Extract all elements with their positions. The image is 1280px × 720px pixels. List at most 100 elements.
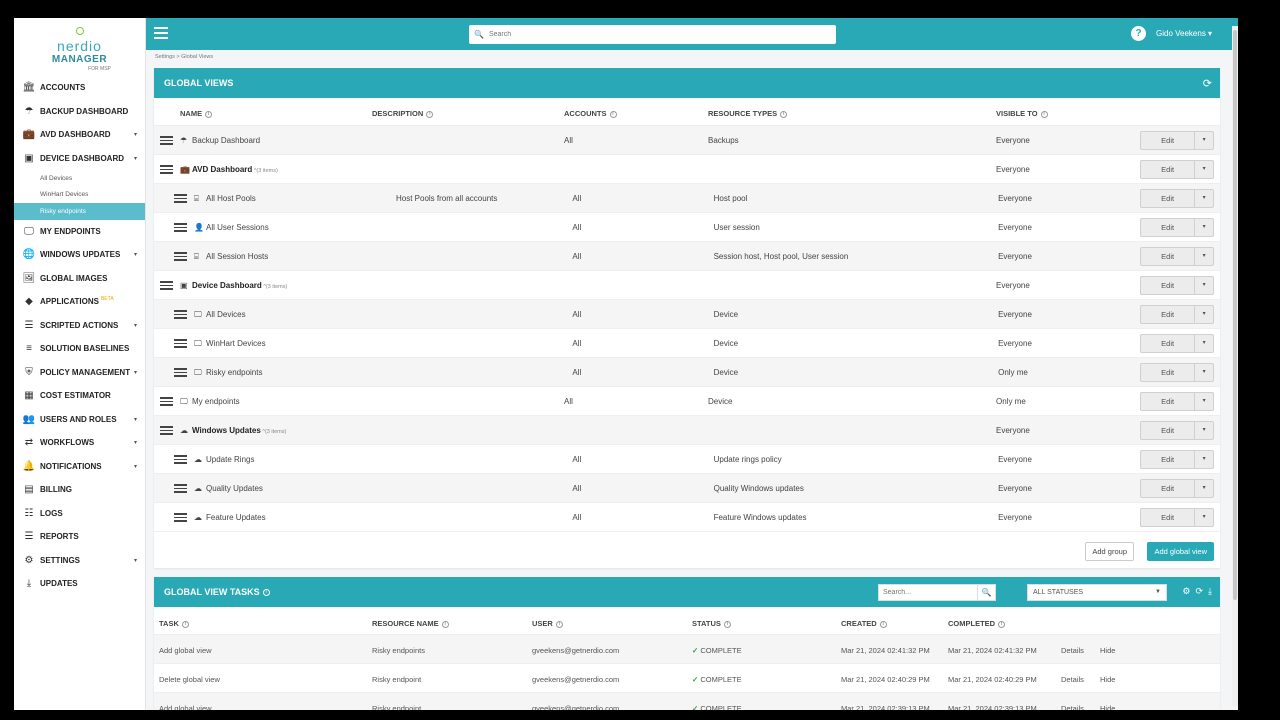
dropdown-caret-icon[interactable]: ▾ [1195,422,1213,439]
refresh-icon[interactable]: ⟳ [1195,586,1203,597]
view-name[interactable]: Feature Updates [206,513,266,522]
column-header-resource-types[interactable]: RESOURCE TYPES i [708,109,788,118]
edit-button[interactable]: Edit [1141,335,1196,352]
sidebar-subitem[interactable]: All Devices [14,170,145,187]
edit-button[interactable]: Edit [1141,219,1196,236]
view-name[interactable]: WinHart Devices [206,339,266,348]
status-filter-select[interactable]: ALL STATUSES ▼ [1027,584,1167,601]
edit-button[interactable]: Edit [1141,132,1196,149]
download-icon[interactable]: ⤓ [1208,586,1212,597]
edit-split-button[interactable]: Edit ▾ [1140,392,1214,411]
drag-handle-icon[interactable] [174,484,187,493]
edit-split-button[interactable]: Edit ▾ [1140,334,1214,353]
dropdown-caret-icon[interactable]: ▾ [1195,364,1213,381]
edit-button[interactable]: Edit [1141,306,1196,323]
edit-split-button[interactable]: Edit ▾ [1140,160,1214,179]
edit-button[interactable]: Edit [1141,480,1196,497]
column-header-description[interactable]: DESCRIPTION i [372,109,434,118]
drag-handle-icon[interactable] [174,513,187,522]
hide-link[interactable]: Hide [1100,704,1115,710]
edit-split-button[interactable]: Edit ▾ [1140,479,1214,498]
edit-split-button[interactable]: Edit ▾ [1140,131,1214,150]
scrollbar-thumb[interactable] [1233,30,1237,600]
drag-handle-icon[interactable] [174,339,187,348]
info-icon[interactable]: i [723,620,731,628]
drag-handle-icon[interactable] [160,426,173,435]
view-name[interactable]: Risky endpoints [206,368,262,377]
search-icon[interactable]: 🔍 [977,585,995,600]
edit-button[interactable]: Edit [1141,248,1196,265]
sidebar-item-users-and-roles[interactable]: 👥 USERS AND ROLES ▾ [14,408,145,432]
global-search-input[interactable] [488,31,829,38]
view-name[interactable]: Quality Updates [206,484,263,493]
info-icon[interactable]: i [1040,110,1048,118]
drag-handle-icon[interactable] [174,252,187,261]
drag-handle-icon[interactable] [174,223,187,232]
sidebar-item-notifications[interactable]: 🔔 NOTIFICATIONS ▾ [14,455,145,479]
edit-split-button[interactable]: Edit ▾ [1140,363,1214,382]
dropdown-caret-icon[interactable]: ▾ [1195,248,1213,265]
view-name[interactable]: My endpoints [192,397,240,406]
page-scrollbar[interactable] [1232,26,1238,706]
edit-button[interactable]: Edit [1141,422,1196,439]
group-name[interactable]: Windows Updates ^(3 items) [192,426,286,435]
hamburger-menu-icon[interactable] [154,27,168,39]
settings-icon[interactable]: ⚙ [1182,586,1190,597]
sidebar-item-logs[interactable]: ☷ LOGS [14,502,145,526]
edit-split-button[interactable]: Edit ▾ [1140,508,1214,527]
view-name[interactable]: All Devices [206,310,246,319]
column-header-created[interactable]: CREATED i [841,619,887,628]
column-header-accounts[interactable]: ACCOUNTS i [564,109,617,118]
sidebar-item-backup-dashboard[interactable]: ☂ BACKUP DASHBOARD [14,100,145,124]
edit-button[interactable]: Edit [1141,190,1196,207]
edit-button[interactable]: Edit [1141,451,1196,468]
nerdio-logo[interactable]: nerdio MANAGER FOR MSP [14,18,145,76]
tasks-search-input[interactable] [879,585,978,600]
drag-handle-icon[interactable] [174,194,187,203]
column-header-status[interactable]: STATUS i [692,619,731,628]
dropdown-caret-icon[interactable]: ▾ [1195,306,1213,323]
column-header-name[interactable]: NAME i [180,109,213,118]
edit-button[interactable]: Edit [1141,364,1196,381]
info-icon[interactable]: i [609,110,617,118]
edit-split-button[interactable]: Edit ▾ [1140,421,1214,440]
info-icon[interactable]: i [181,620,189,628]
drag-handle-icon[interactable] [160,281,173,290]
tasks-search[interactable]: 🔍 [878,584,996,601]
sidebar-item-policy-management[interactable]: ⛨ POLICY MANAGEMENT ▾ [14,361,145,385]
dropdown-caret-icon[interactable]: ▾ [1195,161,1213,178]
sidebar-item-my-endpoints[interactable]: 🖵 MY ENDPOINTS [14,220,145,244]
info-icon[interactable]: i [555,620,563,628]
edit-split-button[interactable]: Edit ▾ [1140,218,1214,237]
column-header-visible-to[interactable]: VISIBLE TO i [996,109,1048,118]
add-group-button[interactable]: Add group [1085,542,1134,561]
sidebar-subitem[interactable]: Risky endpoints [14,203,145,220]
view-name[interactable]: All User Sessions [206,223,269,232]
view-name[interactable]: All Host Pools [206,194,256,203]
details-link[interactable]: Details [1061,646,1084,655]
column-header-task[interactable]: TASK i [159,619,189,628]
info-icon[interactable]: i [780,110,788,118]
edit-button[interactable]: Edit [1141,161,1196,178]
info-icon[interactable]: i [262,588,270,596]
info-icon[interactable]: i [441,620,449,628]
global-search[interactable]: 🔍 [469,25,836,44]
drag-handle-icon[interactable] [160,397,173,406]
edit-split-button[interactable]: Edit ▾ [1140,189,1214,208]
info-icon[interactable]: i [205,110,213,118]
dropdown-caret-icon[interactable]: ▾ [1195,190,1213,207]
dropdown-caret-icon[interactable]: ▾ [1195,393,1213,410]
dropdown-caret-icon[interactable]: ▾ [1195,480,1213,497]
details-link[interactable]: Details [1061,704,1084,710]
column-header-resource-name[interactable]: RESOURCE NAME i [372,619,449,628]
sidebar-item-global-images[interactable]: 🖼 GLOBAL IMAGES [14,267,145,291]
drag-handle-icon[interactable] [160,165,173,174]
edit-split-button[interactable]: Edit ▾ [1140,305,1214,324]
dropdown-caret-icon[interactable]: ▾ [1195,277,1213,294]
view-name[interactable]: Backup Dashboard [192,136,260,145]
sidebar-item-cost-estimator[interactable]: ▦ COST ESTIMATOR [14,384,145,408]
hide-link[interactable]: Hide [1100,646,1115,655]
sidebar-item-settings[interactable]: ⚙ SETTINGS ▾ [14,549,145,573]
edit-split-button[interactable]: Edit ▾ [1140,450,1214,469]
sidebar-item-avd-dashboard[interactable]: 💼 AVD DASHBOARD ▾ [14,123,145,147]
